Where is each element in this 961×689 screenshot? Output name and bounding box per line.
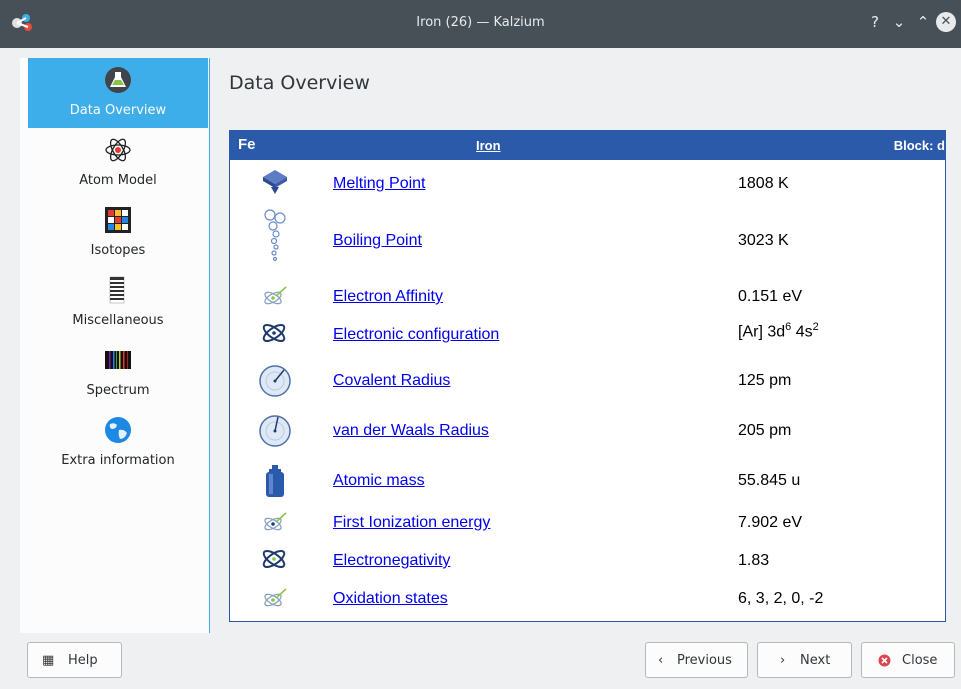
data-overview-panel: Fe Iron Block: d Melting Point 1808 K Bo… xyxy=(229,130,946,622)
previous-button[interactable]: ‹ Previous xyxy=(645,642,748,678)
property-value: 7.902 eV xyxy=(738,514,803,531)
atomic-mass-icon xyxy=(266,465,284,497)
sidebar: Data Overview Atom Model Isotopes Miscel… xyxy=(20,58,210,633)
sidebar-item-label: Miscellaneous xyxy=(72,313,164,328)
table-row: Electronic configuration [Ar] 3d6 4s2 xyxy=(230,317,945,351)
sidebar-item-label: Isotopes xyxy=(90,243,146,258)
property-value: 1808 K xyxy=(738,175,789,192)
spectrum-icon xyxy=(105,351,131,369)
next-button[interactable]: › Next xyxy=(757,642,852,678)
ionization-icon xyxy=(264,512,287,531)
help-button[interactable]: ▦ Help xyxy=(27,642,122,678)
chevron-right-icon: › xyxy=(780,653,786,668)
close-window-button[interactable]: ✕ xyxy=(936,12,956,32)
sidebar-item-label: Spectrum xyxy=(86,383,150,398)
property-value: 0.151 eV xyxy=(738,288,803,305)
property-value: 1.83 xyxy=(738,552,770,569)
close-button[interactable]: Close xyxy=(861,642,955,678)
sidebar-item-atom-model[interactable]: Atom Model xyxy=(28,128,208,198)
property-link[interactable]: Electronic configuration xyxy=(333,326,499,344)
oxidation-icon xyxy=(264,588,287,607)
covalent-radius-icon xyxy=(259,365,291,397)
atom-icon xyxy=(105,138,131,162)
property-value: 205 pm xyxy=(738,422,792,439)
property-value: [Ar] 3d6 4s2 xyxy=(738,321,819,341)
element-header: Fe Iron Block: d xyxy=(230,131,945,160)
chevron-left-icon: ‹ xyxy=(658,653,664,668)
sidebar-item-label: Atom Model xyxy=(79,173,157,188)
property-link[interactable]: Melting Point xyxy=(333,175,426,193)
sidebar-item-data-overview[interactable]: Data Overview xyxy=(28,58,208,128)
property-value: 6, 3, 2, 0, -2 xyxy=(738,590,824,607)
property-link[interactable]: Electron Affinity xyxy=(333,288,443,306)
sidebar-item-miscellaneous[interactable]: Miscellaneous xyxy=(28,268,208,338)
table-row: Covalent Radius 125 pm xyxy=(230,361,945,401)
vdw-radius-icon xyxy=(259,415,291,447)
boiling-point-icon xyxy=(264,209,286,262)
document-lines-icon xyxy=(109,276,125,304)
table-row: Melting Point 1808 K xyxy=(230,165,945,199)
element-name-link[interactable]: Iron xyxy=(476,138,501,153)
globe-icon xyxy=(105,417,131,443)
sidebar-item-label: Data Overview xyxy=(69,103,167,118)
window-title: Iron (26) — Kalzium xyxy=(416,15,545,30)
property-link[interactable]: Electronegativity xyxy=(333,552,450,570)
context-help-button[interactable]: ? xyxy=(865,12,885,32)
property-link[interactable]: Oxidation states xyxy=(333,590,448,608)
maximize-button[interactable]: ⌃ xyxy=(913,12,933,32)
page-title: Data Overview xyxy=(229,72,370,94)
next-button-label: Next xyxy=(800,653,831,668)
help-button-label: Help xyxy=(68,653,98,668)
sidebar-item-isotopes[interactable]: Isotopes xyxy=(28,198,208,268)
electronegativity-icon xyxy=(262,549,286,569)
isotopes-icon xyxy=(105,207,131,233)
element-symbol: Fe xyxy=(238,136,256,153)
electron-config-icon xyxy=(262,323,286,343)
sidebar-item-extra-information[interactable]: Extra information xyxy=(28,408,208,478)
minimize-button[interactable]: ⌄ xyxy=(889,12,909,32)
table-row: Atomic mass 55.845 u xyxy=(230,461,945,501)
element-block: Block: d xyxy=(893,138,945,153)
property-value: 125 pm xyxy=(738,372,792,389)
help-book-icon: ▦ xyxy=(42,653,55,668)
property-link[interactable]: Boiling Point xyxy=(333,232,422,250)
title-bar: Iron (26) — Kalzium ? ⌄ ⌃ ✕ xyxy=(0,0,961,48)
property-value: 55.845 u xyxy=(738,472,801,489)
table-row: Boiling Point 3023 K xyxy=(230,207,945,267)
sidebar-item-spectrum[interactable]: Spectrum xyxy=(28,338,208,408)
sidebar-item-label: Extra information xyxy=(61,453,175,468)
melting-point-icon xyxy=(263,170,287,194)
table-row: Electronegativity 1.83 xyxy=(230,543,945,577)
close-circle-icon xyxy=(878,654,891,667)
electron-affinity-icon xyxy=(264,286,287,305)
flask-icon xyxy=(105,67,131,93)
property-link[interactable]: van der Waals Radius xyxy=(333,422,489,440)
table-row: Oxidation states 6, 3, 2, 0, -2 xyxy=(230,581,945,615)
table-row: First Ionization energy 7.902 eV xyxy=(230,505,945,539)
table-row: van der Waals Radius 205 pm xyxy=(230,411,945,451)
previous-button-label: Previous xyxy=(677,653,732,668)
property-value: 3023 K xyxy=(738,232,789,249)
property-link[interactable]: Atomic mass xyxy=(333,472,425,490)
close-button-label: Close xyxy=(902,653,938,668)
table-row: Electron Affinity 0.151 eV xyxy=(230,279,945,313)
property-link[interactable]: Covalent Radius xyxy=(333,372,450,390)
property-link[interactable]: First Ionization energy xyxy=(333,514,490,532)
